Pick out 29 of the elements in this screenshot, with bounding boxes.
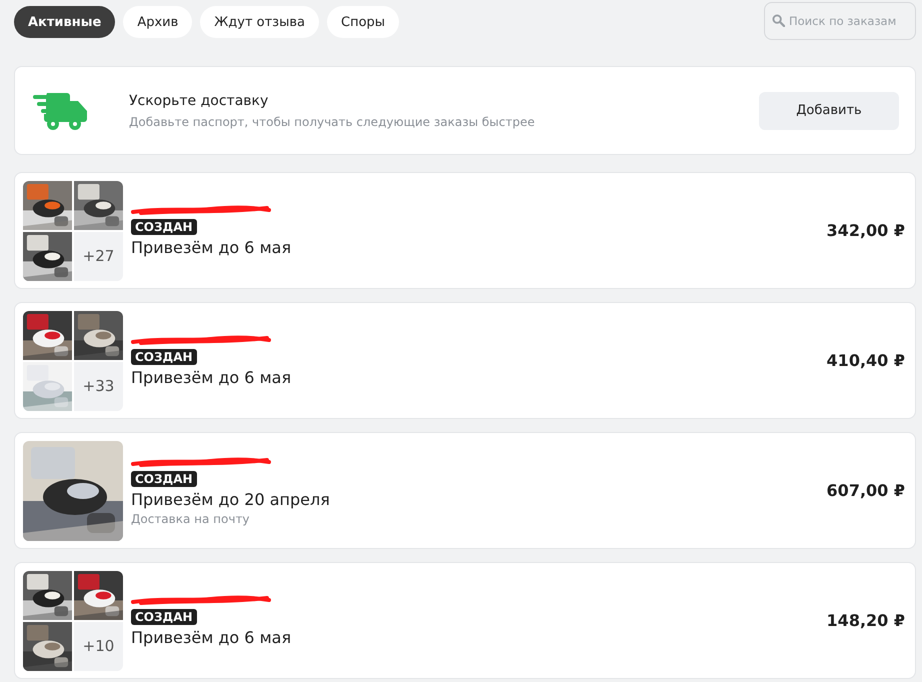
filter-tab[interactable]: Архив	[123, 6, 192, 38]
more-photos-count: +27	[74, 232, 123, 280]
status-badge: СОЗДАН	[131, 470, 197, 486]
order-price: 607,00 ₽	[826, 481, 905, 500]
truck-icon	[33, 90, 89, 130]
order-card[interactable]: СОЗДАН Привезём до 20 апреля Доставка на почту 607,00 ₽	[14, 432, 916, 549]
status-badge: СОЗДАН	[131, 219, 197, 235]
add-button[interactable]: Добавить	[759, 92, 899, 130]
banner-title: Ускорьте доставку	[129, 92, 270, 108]
order-card[interactable]: +27 СОЗДАН Привезём до 6 мая 342,00 ₽	[14, 172, 916, 289]
banner-text: Добавьте паспорт, чтобы получать следующие заказы быстрее	[129, 114, 536, 128]
filter-tab[interactable]: Активные	[14, 6, 116, 38]
filter-tab[interactable]: Споры	[327, 6, 400, 38]
more-photos-count: +33	[74, 362, 123, 410]
filter-tab[interactable]: Ждут отзыва	[200, 6, 319, 38]
delivery-note: Доставка на почту	[131, 512, 250, 526]
order-price: 342,00 ₽	[826, 221, 905, 240]
more-photos-count: +10	[74, 622, 123, 670]
status-badge: СОЗДАН	[131, 349, 197, 365]
delivery-date: Привезём до 6 мая	[131, 238, 292, 257]
status-badge: СОЗДАН	[131, 609, 197, 625]
delivery-date: Привезём до 6 мая	[131, 368, 292, 387]
order-price: 148,20 ₽	[826, 611, 905, 630]
delivery-date: Привезём до 20 апреля	[131, 490, 330, 508]
search-field[interactable]: Поиск по заказам	[764, 2, 916, 40]
delivery-date: Привезём до 6 мая	[131, 628, 292, 647]
order-card[interactable]: +10 СОЗДАН Привезём до 6 мая 148,20 ₽	[14, 562, 916, 679]
order-price: 410,40 ₽	[826, 351, 905, 370]
order-card[interactable]: +33 СОЗДАН Привезём до 6 мая 410,40 ₽	[14, 302, 916, 419]
